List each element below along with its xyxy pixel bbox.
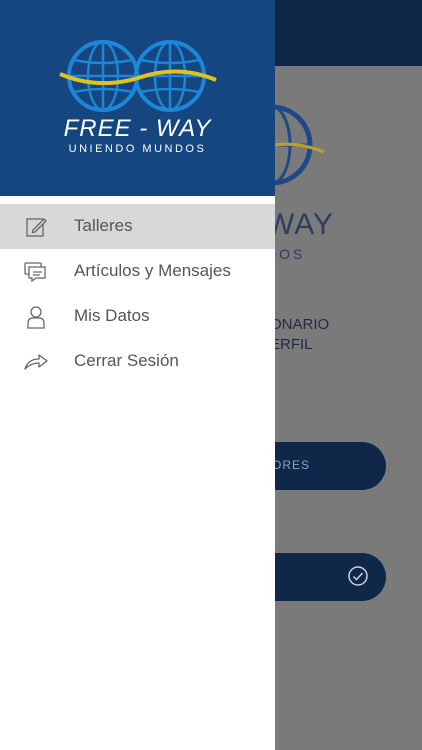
background-text-line2: ERFIL	[270, 336, 313, 353]
menu-item-label: Artículos y Mensajes	[74, 261, 231, 280]
messages-icon	[24, 262, 46, 283]
check-circle-icon	[348, 566, 368, 586]
free-way-globes-logo	[59, 40, 217, 112]
share-logout-icon	[24, 354, 48, 370]
brand-title: FREE - WAY	[63, 115, 212, 142]
user-icon	[27, 306, 45, 329]
menu-item-cerrar-sesion[interactable]: Cerrar Sesión	[0, 339, 275, 384]
edit-icon	[26, 218, 47, 237]
menu-item-label: Talleres	[74, 216, 133, 235]
menu-item-label: Cerrar Sesión	[74, 351, 179, 370]
menu-item-talleres[interactable]: Talleres	[0, 204, 275, 249]
navigation-drawer: FREE - WAY UNIENDO MUNDOS Talleres Artíc…	[0, 0, 275, 750]
menu-item-articulos-mensajes[interactable]: Artículos y Mensajes	[0, 249, 275, 294]
drawer-menu: Talleres Artículos y Mensajes Mis Datos …	[0, 204, 275, 384]
menu-item-label: Mis Datos	[74, 306, 150, 325]
brand-subtitle: UNIENDO MUNDOS	[68, 143, 207, 155]
background-brand: WAY	[266, 208, 334, 241]
menu-item-mis-datos[interactable]: Mis Datos	[0, 294, 275, 339]
background-button-1-label: ORES	[272, 458, 311, 472]
drawer-header: FREE - WAY UNIENDO MUNDOS	[0, 0, 275, 196]
background-text-line1: ONARIO	[270, 316, 330, 333]
